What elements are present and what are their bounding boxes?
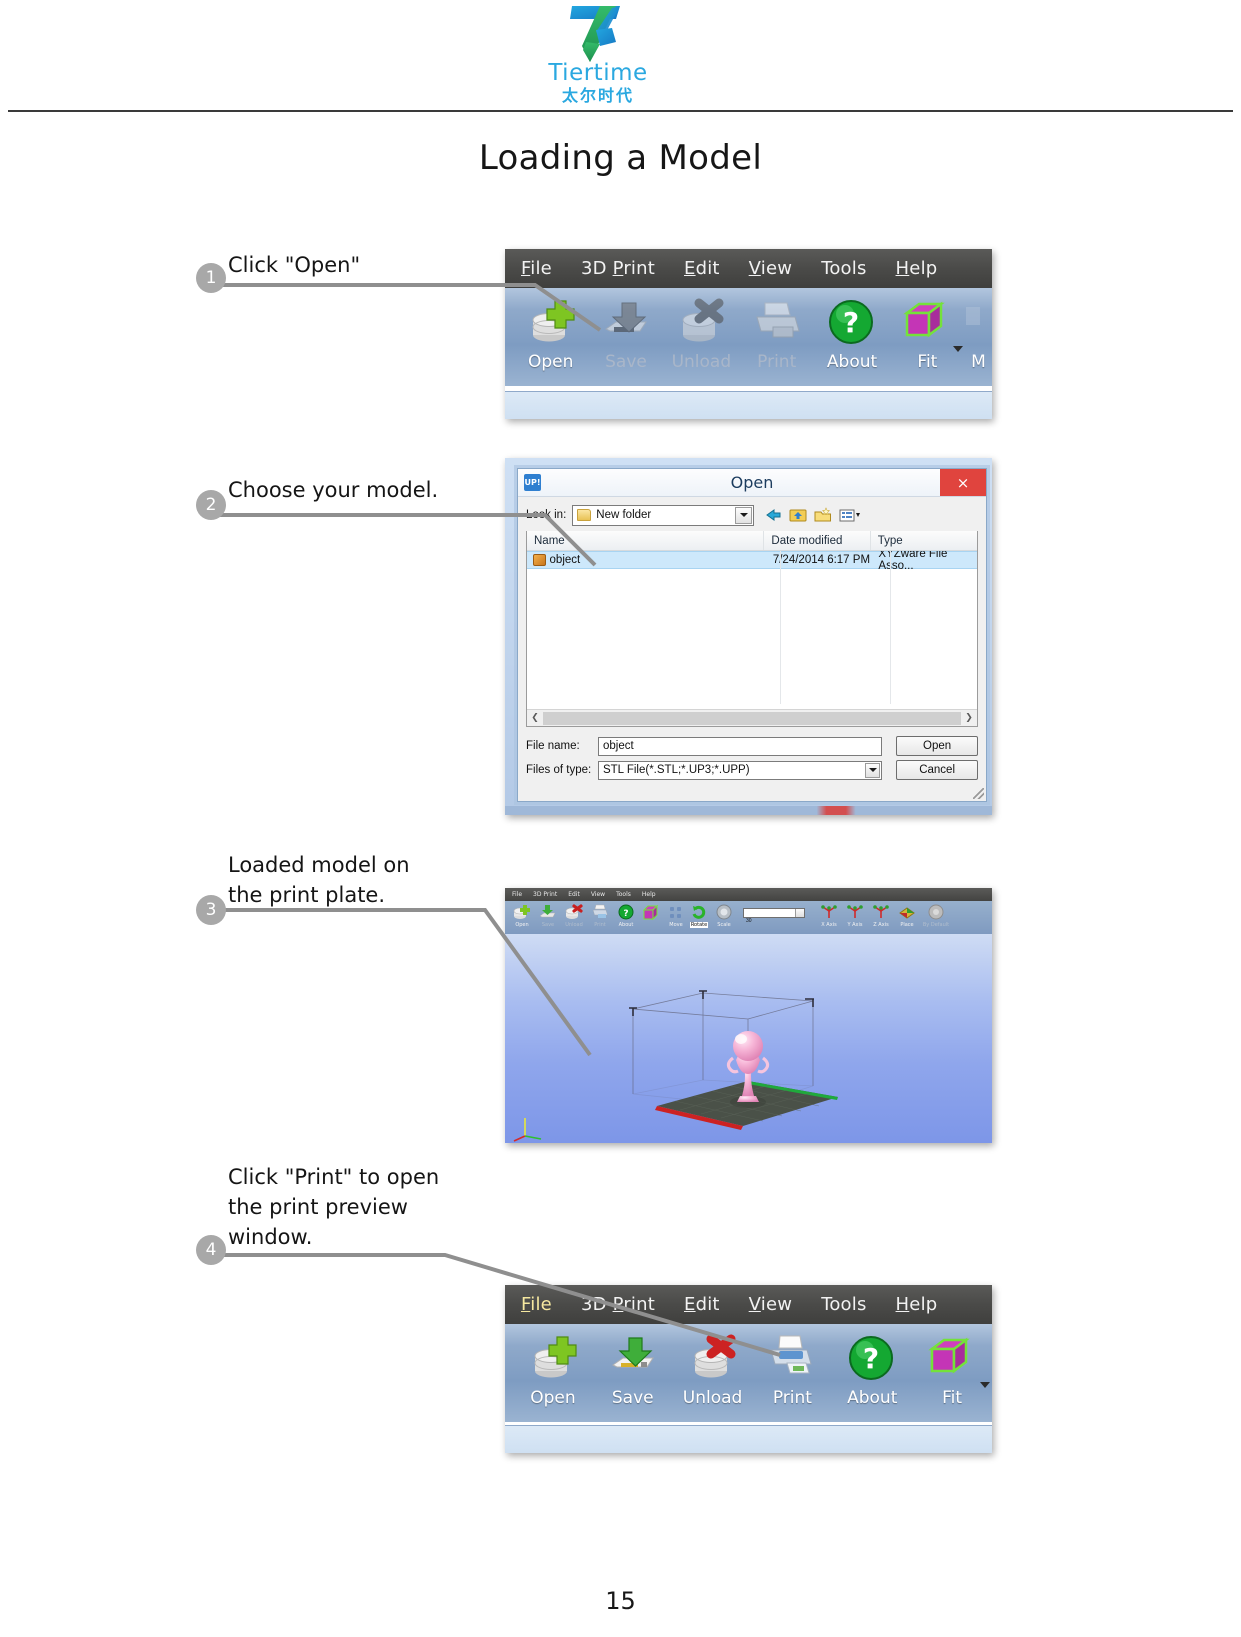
manual-page: Tiertime 太尔时代 Loading a Model 1 Click "O… — [0, 0, 1241, 1637]
by-default-icon — [927, 903, 945, 922]
header-divider — [8, 110, 1233, 112]
status-bar — [505, 1425, 992, 1453]
leader-line-4 — [212, 1253, 781, 1357]
green-question-icon: ? — [826, 294, 878, 350]
new-folder-icon[interactable] — [814, 507, 832, 523]
toolbar-button-print-label: Print — [772, 1388, 812, 1408]
viewport-button-z-axis[interactable]: Z Axis — [869, 903, 893, 928]
chevron-down-icon[interactable] — [735, 506, 753, 524]
scroll-right-icon[interactable]: ❯ — [961, 713, 977, 723]
viewport-button-place[interactable]: Place — [895, 903, 919, 928]
scroll-left-icon[interactable]: ❮ — [527, 713, 543, 723]
column-header-date-modified[interactable]: Date modified — [764, 531, 871, 550]
files-of-type-value: STL File(*.STL;*.UP3;*.UPP) — [602, 764, 750, 776]
open-button[interactable]: Open — [896, 736, 978, 756]
step-bullet-4: 4 — [196, 1235, 226, 1265]
file-name-row: File name: object Open — [526, 734, 978, 758]
menu-item-tools[interactable]: Tools — [821, 258, 866, 279]
move-icon — [965, 294, 992, 350]
files-of-type-label: Files of type: — [526, 764, 592, 776]
up-folder-icon[interactable] — [789, 507, 807, 523]
toolbar-button-fit[interactable]: Fit — [912, 1330, 992, 1422]
page-title: Loading a Model — [478, 138, 763, 178]
toolbar-button-print-label: Print — [757, 352, 797, 372]
toolbar-button-unload-label: Unload — [682, 1388, 743, 1408]
menu-item-help[interactable]: Help — [896, 258, 938, 279]
toolbar-button-fit-label: Fit — [942, 1388, 963, 1408]
file-name-label: File name: — [526, 740, 580, 752]
brand-header: Tiertime 太尔时代 — [0, 0, 1241, 108]
file-row-date: 7/24/2014 6:17 PM — [772, 554, 871, 566]
toolbar-button-fit[interactable]: Fit — [890, 294, 965, 386]
toolbar-button-save-label: Save — [611, 1388, 654, 1408]
viewport-button-x-axis-label: X Axis — [821, 922, 837, 928]
toolbar-button-fit-label: Fit — [917, 352, 938, 372]
toolbar-button-about[interactable]: ? About — [832, 1330, 912, 1422]
window-bottom-strip — [505, 806, 992, 815]
column-header-type[interactable]: Type — [871, 531, 977, 550]
viewport-button-y-axis[interactable]: Y Axis — [843, 903, 867, 928]
toolbar-button-about-label: About — [847, 1388, 898, 1408]
viewport-button-by-default[interactable]: By Default — [921, 903, 951, 928]
toolbar-button-open-label: Open — [530, 1388, 576, 1408]
leader-line-3 — [212, 908, 592, 1057]
step-bullet-2: 2 — [196, 490, 226, 520]
fit-cube-icon — [901, 294, 953, 350]
place-icon — [898, 903, 916, 922]
menu-item-view[interactable]: View — [749, 258, 793, 279]
viewport-button-y-axis-label: Y Axis — [847, 922, 863, 928]
resize-grip[interactable] — [973, 788, 984, 799]
toolbar-button-move[interactable]: M — [965, 294, 992, 386]
chevron-down-icon[interactable] — [953, 346, 964, 352]
z-axis-icon — [872, 903, 890, 922]
chevron-down-icon[interactable] — [865, 762, 881, 778]
viewport-button-x-axis[interactable]: X Axis — [817, 903, 841, 928]
views-icon[interactable] — [839, 507, 863, 523]
brand-name-chinese: 太尔时代 — [561, 86, 634, 105]
step-label-4: Click "Print" to open the print preview … — [228, 1165, 440, 1249]
status-bar — [505, 391, 992, 419]
fit-cube-icon — [926, 1330, 978, 1386]
toolbar-button-print[interactable]: Print — [739, 294, 814, 386]
file-row-type: XYZware File Asso... — [878, 548, 948, 572]
files-of-type-select[interactable]: STL File(*.STL;*.UP3;*.UPP) — [597, 760, 883, 780]
viewport-button-by-default-label: By Default — [922, 922, 950, 928]
step-bullet-3: 3 — [196, 895, 226, 925]
svg-text:?: ? — [843, 306, 859, 339]
scroll-track[interactable] — [543, 711, 961, 725]
file-name-input[interactable]: object — [597, 736, 883, 756]
back-arrow-icon[interactable] — [764, 507, 782, 523]
step-label-1: Click "Open" — [228, 253, 361, 277]
axis-gizmo — [513, 1118, 542, 1142]
horizontal-scrollbar[interactable]: ❮ ❯ — [527, 709, 977, 726]
close-icon[interactable]: × — [940, 469, 986, 496]
files-of-type-row: Files of type: STL File(*.STL;*.UP3;*.UP… — [526, 758, 978, 782]
step-label-3: Loaded model on the print plate. — [228, 853, 410, 907]
printer-icon — [751, 294, 803, 350]
x-axis-icon — [820, 903, 838, 922]
viewport-button-place-label: Place — [900, 922, 914, 928]
menu-item-tools[interactable]: Tools — [821, 1294, 866, 1315]
tiertime-logo-icon — [570, 6, 620, 62]
menu-item-help[interactable]: Help — [896, 1294, 938, 1315]
cancel-button[interactable]: Cancel — [896, 760, 978, 780]
step-label-2: Choose your model. — [228, 478, 439, 502]
green-question-icon: ? — [846, 1330, 898, 1386]
page-number: 15 — [605, 1587, 636, 1615]
viewport-button-z-axis-label: Z Axis — [873, 922, 889, 928]
toolbar-button-about[interactable]: ? About — [814, 294, 889, 386]
toolbar-button-about-label: About — [826, 352, 878, 372]
chevron-down-icon[interactable] — [979, 1382, 990, 1388]
step-bullet-1: 1 — [196, 263, 226, 293]
toolbar-button-move-label: M — [971, 352, 986, 372]
y-axis-icon — [846, 903, 864, 922]
svg-text:?: ? — [863, 1342, 879, 1375]
chevron-down-icon[interactable] — [795, 909, 804, 917]
